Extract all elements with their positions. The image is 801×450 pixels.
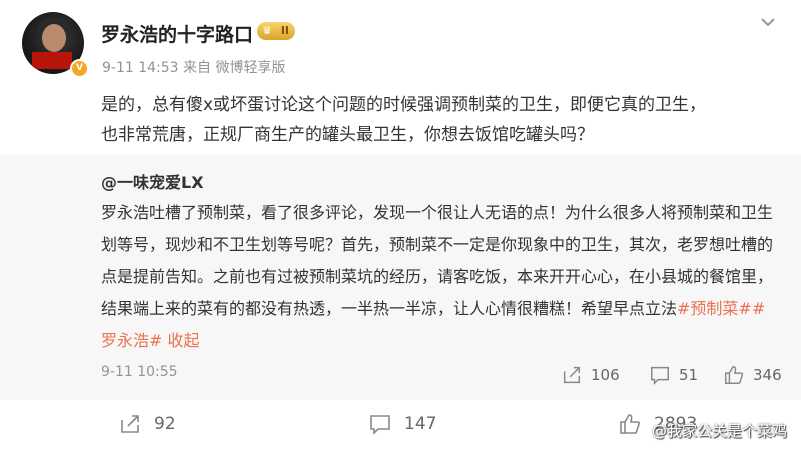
avatar-tag bbox=[32, 52, 72, 69]
comment-icon bbox=[370, 415, 390, 435]
comment-button[interactable]: 147 bbox=[368, 412, 436, 436]
post-text: 是的，总有傻x或坏蛋讨论这个问题的时候强调预制菜的卫生，即便它真的卫生， 也非常… bbox=[101, 90, 781, 150]
rank-badge-label: II bbox=[280, 24, 289, 37]
post-header: V 罗永浩的十字路口 ♛ II 9-11 14:53 来自 微博轻享版 bbox=[0, 0, 801, 86]
quoted-repost-count: 106 bbox=[591, 366, 620, 384]
like-icon bbox=[620, 414, 640, 434]
quoted-like-count: 346 bbox=[753, 366, 782, 384]
like-icon bbox=[725, 366, 744, 384]
author-name[interactable]: 罗永浩的十字路口 bbox=[101, 20, 253, 47]
post-text-line2: 也非常荒唐，正规厂商生产的罐头最卫生，你想去饭馆吃罐头吗？ bbox=[101, 125, 594, 145]
post-meta: 9-11 14:53 来自 微博轻享版 bbox=[102, 60, 286, 76]
crown-icon: ♛ bbox=[262, 24, 272, 37]
quoted-author[interactable]: @一味宠爱LX bbox=[101, 169, 204, 193]
comment-count: 147 bbox=[404, 414, 437, 434]
quoted-body: 罗永浩吐槽了预制菜，看了很多评论，发现一个很让人无语的点！为什么很多人将预制菜和… bbox=[101, 203, 774, 318]
verified-icon: V bbox=[70, 59, 89, 78]
repost-button[interactable]: 92 bbox=[118, 412, 176, 436]
quoted-comment-button[interactable]: 51 bbox=[649, 360, 698, 390]
chevron-down-icon[interactable] bbox=[758, 12, 778, 32]
collapse-link[interactable]: 收起 bbox=[168, 331, 200, 350]
rank-badge[interactable]: ♛ II bbox=[257, 22, 295, 40]
repost-icon bbox=[121, 415, 139, 433]
repost-icon bbox=[563, 366, 581, 384]
repost-count: 92 bbox=[154, 414, 176, 434]
quoted-footer: 9-11 10:55 106 51 346 bbox=[101, 360, 791, 390]
post-text-line1: 是的，总有傻x或坏蛋讨论这个问题的时候强调预制菜的卫生，即便它真的卫生， bbox=[101, 95, 707, 115]
quoted-text: 罗永浩吐槽了预制菜，看了很多评论，发现一个很让人无语的点！为什么很多人将预制菜和… bbox=[101, 197, 781, 357]
quoted-like-button[interactable]: 346 bbox=[723, 360, 782, 390]
hashtag-yuzhicai[interactable]: #预制菜# bbox=[677, 299, 752, 318]
quoted-post[interactable]: @一味宠爱LX 罗永浩吐槽了预制菜，看了很多评论，发现一个很让人无语的点！为什么… bbox=[0, 155, 801, 400]
quoted-time: 9-11 10:55 bbox=[101, 364, 178, 380]
quoted-repost-button[interactable]: 106 bbox=[561, 360, 620, 390]
watermark: @我家公关是个菜鸡 bbox=[652, 422, 788, 440]
avatar-face bbox=[42, 24, 66, 52]
comment-icon bbox=[651, 366, 669, 386]
quoted-comment-count: 51 bbox=[679, 366, 699, 384]
